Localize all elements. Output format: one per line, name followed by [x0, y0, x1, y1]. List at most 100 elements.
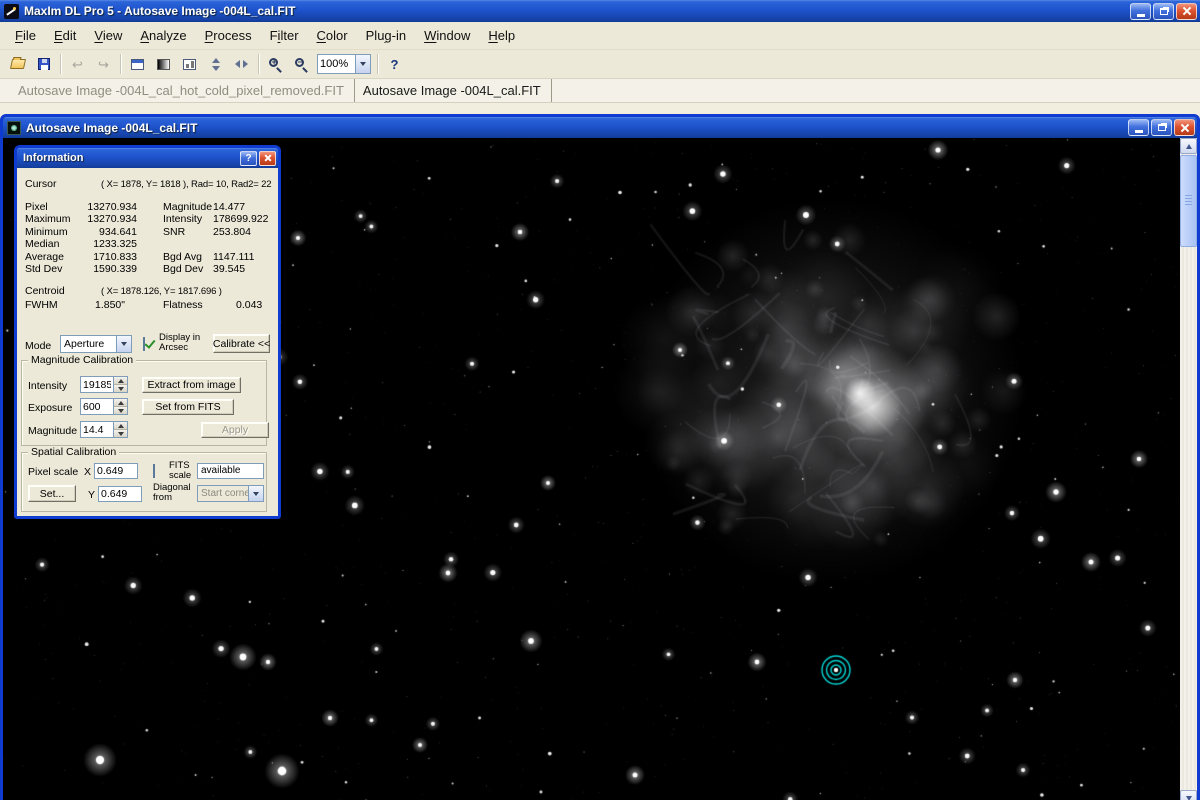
spin-down-icon [118, 409, 124, 413]
tab-autosave-cal[interactable]: Autosave Image -004L_cal.FIT [355, 79, 552, 102]
extract-from-image-button[interactable]: Extract from image [142, 377, 241, 393]
toolbar-separator [258, 54, 259, 74]
open-button[interactable] [5, 53, 30, 76]
intensity-input[interactable] [81, 377, 113, 392]
close-icon [1180, 123, 1190, 133]
zoom-level-input[interactable] [318, 58, 355, 70]
intensity-spinner [80, 376, 128, 393]
dialog-help-button[interactable]: ? [240, 151, 257, 166]
set-from-fits-button[interactable]: Set from FITS [142, 399, 234, 415]
context-help-button[interactable]: ? [382, 53, 407, 76]
toolbar: ↩ ↪ + − ? [0, 50, 1200, 79]
document-tab-bar: Autosave Image -004L_cal_hot_cold_pixel_… [0, 79, 1200, 103]
tab-hot-cold-pixel-removed[interactable]: Autosave Image -004L_cal_hot_cold_pixel_… [10, 79, 355, 102]
scrollbar-thumb[interactable] [1180, 155, 1197, 247]
save-button[interactable] [31, 53, 56, 76]
menu-item-help[interactable]: Help [479, 22, 524, 49]
dialog-title: Information [23, 152, 238, 164]
magnitude-label: Magnitude [28, 425, 77, 437]
menu-item-window[interactable]: Window [415, 22, 479, 49]
redo-icon: ↪ [98, 58, 109, 71]
help-icon: ? [391, 57, 399, 72]
arrow-up-icon [1186, 144, 1192, 149]
mirror-horizontal-button[interactable] [229, 53, 254, 76]
stat-value: 1147.111 [213, 251, 254, 263]
stat-value: 1710.833 [70, 251, 137, 263]
restore-button[interactable] [1153, 3, 1174, 20]
image-restore-button[interactable] [1151, 119, 1172, 136]
cursor-label: Cursor [25, 178, 57, 190]
zoom-out-button[interactable]: − [289, 53, 314, 76]
image-minimize-button[interactable] [1128, 119, 1149, 136]
fits-scale-availability-field: available [197, 463, 264, 479]
redo-button[interactable]: ↪ [91, 53, 116, 76]
scroll-up-button[interactable] [1180, 138, 1197, 154]
screen-stretch-button[interactable] [151, 53, 176, 76]
zoom-dropdown-button[interactable] [355, 55, 370, 73]
menu-item-analyze[interactable]: Analyze [131, 22, 195, 49]
stat-value: 178699.922 [213, 213, 268, 225]
spin-down-icon [118, 387, 124, 391]
flip-vertical-icon [210, 58, 222, 71]
dialog-close-button[interactable] [259, 151, 276, 166]
toolbar-separator [120, 54, 121, 74]
diagonal-dropdown-button[interactable] [248, 486, 263, 501]
information-window-icon [131, 59, 144, 70]
exposure-input[interactable] [81, 399, 113, 414]
zoom-in-button[interactable]: + [263, 53, 288, 76]
spin-up-icon [118, 401, 124, 405]
chevron-down-icon [253, 492, 259, 496]
minimize-button[interactable] [1130, 3, 1151, 20]
magnitude-spinner [80, 421, 128, 438]
stats-row: Minimum934.641 SNR253.804 [17, 226, 278, 238]
window-controls [1130, 3, 1197, 20]
set-button[interactable]: Set... [28, 485, 76, 502]
undo-button[interactable]: ↩ [65, 53, 90, 76]
menu-item-filter[interactable]: Filter [261, 22, 308, 49]
spin-up-icon [118, 379, 124, 383]
arcsec-label-line2: Arcsec [159, 343, 188, 353]
stat-value: 39.545 [213, 263, 245, 275]
calibrate-button[interactable]: Calibrate << [213, 334, 270, 353]
magnitude-input[interactable] [81, 422, 113, 437]
flatness-label: Flatness [163, 299, 203, 311]
spinner-buttons[interactable] [113, 422, 127, 437]
image-close-button[interactable] [1174, 119, 1195, 136]
stat-value: 934.641 [70, 226, 137, 238]
stat-label: Bgd Dev [163, 263, 203, 275]
information-window-button[interactable] [125, 53, 150, 76]
spinner-buttons[interactable] [113, 399, 127, 414]
fits-scale-availability-text: available [198, 464, 263, 477]
stat-label: Average [25, 251, 71, 263]
histogram-button[interactable] [177, 53, 202, 76]
fwhm-label: FWHM [25, 299, 58, 311]
menu-item-process[interactable]: Process [196, 22, 261, 49]
display-in-arcsec-checkbox[interactable] [143, 337, 145, 351]
menu-item-edit[interactable]: Edit [45, 22, 85, 49]
arrow-down-icon [1186, 796, 1192, 800]
scroll-down-button[interactable] [1180, 790, 1197, 800]
zoom-out-icon: − [294, 57, 309, 72]
close-button[interactable] [1176, 3, 1197, 20]
flip-vertical-button[interactable] [203, 53, 228, 76]
menu-item-color[interactable]: Color [308, 22, 357, 49]
stat-label: Pixel [25, 201, 71, 213]
vertical-scrollbar [1180, 138, 1197, 800]
close-icon [264, 154, 272, 162]
mode-combo[interactable]: Aperture [60, 335, 132, 353]
spinner-buttons[interactable] [113, 377, 127, 392]
pixel-scale-y-input[interactable] [99, 487, 141, 501]
window-title: MaxIm DL Pro 5 - Autosave Image -004L_ca… [24, 4, 1130, 18]
mode-dropdown-button[interactable] [116, 336, 131, 352]
fits-scale-checkbox[interactable] [153, 464, 155, 478]
apply-button[interactable]: Apply [201, 422, 269, 438]
pixel-scale-x-input[interactable] [95, 464, 137, 478]
menu-item-plugin[interactable]: Plug-in [357, 22, 416, 49]
stat-value: 13270.934 [70, 201, 137, 213]
cursor-value: ( X= 1878, Y= 1818 ), Rad= 10, Rad2= 22 [101, 179, 271, 190]
diagonal-from-combo[interactable]: Start corner [197, 485, 264, 502]
menu-item-view[interactable]: View [85, 22, 131, 49]
centroid-label: Centroid [25, 285, 65, 297]
menu-item-file[interactable]: File [6, 22, 45, 49]
mode-value: Aperture [61, 338, 116, 350]
